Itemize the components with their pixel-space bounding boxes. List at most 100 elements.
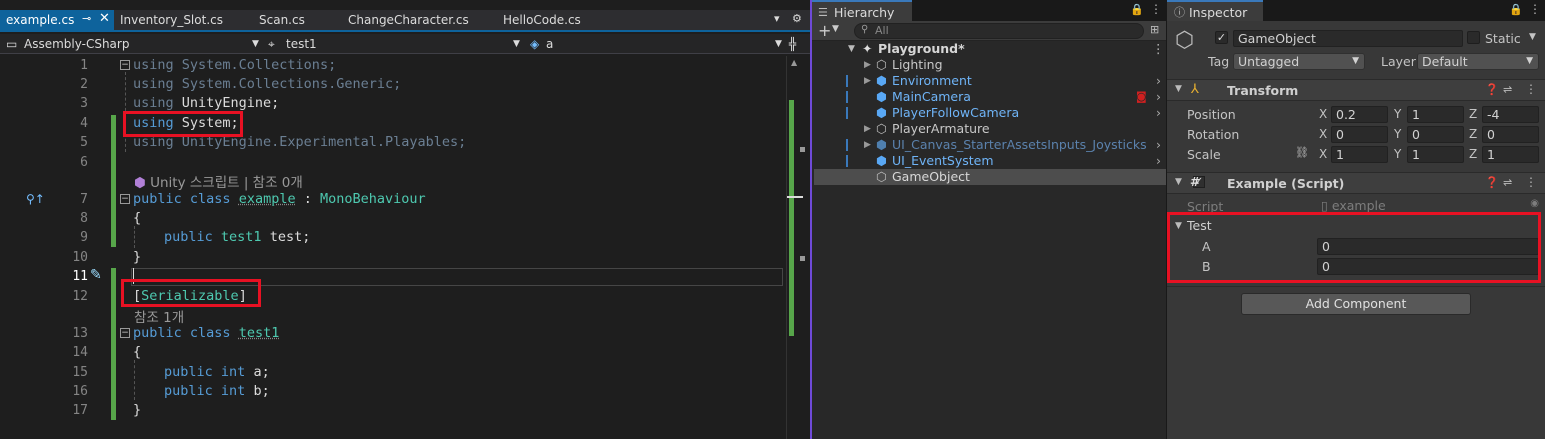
code-line[interactable]: public class test1: [133, 325, 279, 341]
code-line[interactable]: public int a;: [133, 364, 270, 380]
expand-arrow-icon[interactable]: ▶: [864, 121, 871, 137]
class-dropdown[interactable]: test1: [286, 35, 317, 53]
help-icon[interactable]: ❓: [1485, 176, 1499, 189]
more-options-icon[interactable]: ⋮: [1152, 41, 1165, 57]
expand-arrow-icon[interactable]: ▶: [864, 73, 871, 89]
axis-y-label[interactable]: Y: [1394, 147, 1401, 161]
help-icon[interactable]: ❓: [1485, 83, 1499, 96]
chevron-down-icon[interactable]: ▼: [513, 35, 520, 53]
scroll-up-icon[interactable]: ▲: [791, 58, 797, 67]
expand-arrow-icon[interactable]: ▼: [1175, 177, 1182, 187]
active-checkbox[interactable]: ✓: [1215, 31, 1228, 44]
static-checkbox[interactable]: [1467, 31, 1480, 44]
chevron-down-icon[interactable]: ▼: [832, 24, 839, 34]
fold-marker[interactable]: −: [120, 328, 130, 338]
codelens-hint[interactable]: 참조 1개: [134, 306, 184, 326]
vertical-scrollbar[interactable]: ▲: [786, 56, 805, 439]
tab-inventory-slot[interactable]: Inventory_Slot.cs: [114, 10, 246, 30]
scale-z-field[interactable]: 1: [1482, 146, 1539, 163]
chevron-right-icon[interactable]: ›: [1156, 105, 1161, 121]
scale-y-field[interactable]: 1: [1407, 146, 1464, 163]
axis-z-label[interactable]: Z: [1469, 147, 1477, 161]
preset-icon[interactable]: ⇌: [1503, 176, 1512, 189]
hierarchy-item-environment[interactable]: ▶ ⬢ Environment ›: [814, 73, 1166, 89]
expand-arrow-icon[interactable]: ▼: [1175, 84, 1182, 94]
axis-y-label[interactable]: Y: [1394, 107, 1401, 121]
filter-icon[interactable]: ⊞: [1150, 23, 1159, 36]
code-line[interactable]: using System.Collections.Generic;: [133, 76, 401, 92]
tab-hierarchy[interactable]: ☰ Hierarchy: [812, 0, 912, 21]
add-icon[interactable]: +: [818, 21, 831, 40]
chevron-down-icon[interactable]: ▼: [1529, 32, 1536, 42]
axis-z-label[interactable]: Z: [1469, 127, 1477, 141]
chevron-right-icon[interactable]: ›: [1156, 153, 1161, 169]
hierarchy-item-lighting[interactable]: ▶ ⬡ Lighting: [814, 57, 1166, 73]
fold-marker[interactable]: −: [120, 60, 130, 70]
chevron-down-icon[interactable]: ▼: [775, 35, 782, 53]
tag-dropdown[interactable]: Untagged ▼: [1233, 53, 1365, 70]
search-input[interactable]: ⚲ All: [854, 23, 1144, 39]
code-line[interactable]: {: [133, 210, 141, 226]
object-name-field[interactable]: GameObject: [1233, 30, 1463, 47]
codelens-hint[interactable]: ⬢ Unity 스크립트 | 참조 0개: [134, 171, 303, 191]
hierarchy-item-maincamera[interactable]: ⬢ MainCamera ◙ ›: [814, 89, 1166, 105]
lock-icon[interactable]: 🔒: [1130, 3, 1144, 16]
code-line[interactable]: public int b;: [133, 383, 270, 399]
rotation-z-field[interactable]: 0: [1482, 126, 1539, 143]
expand-arrow-icon[interactable]: ▼: [848, 41, 855, 57]
code-line[interactable]: using System.Collections;: [133, 57, 336, 73]
chevron-right-icon[interactable]: ›: [1156, 137, 1161, 153]
rotation-y-field[interactable]: 0: [1407, 126, 1464, 143]
transform-header[interactable]: ▼ ⅄ Transform ❓ ⇌ ⋮: [1167, 79, 1545, 101]
more-options-icon[interactable]: ⋮: [1525, 82, 1537, 96]
code-line[interactable]: }: [133, 249, 141, 265]
hierarchy-item-ui-eventsystem[interactable]: ⬢ UI_EventSystem ›: [814, 153, 1166, 169]
axis-x-label[interactable]: X: [1319, 107, 1327, 121]
preset-icon[interactable]: ⇌: [1503, 83, 1512, 96]
code-line[interactable]: }: [133, 402, 141, 418]
position-z-field[interactable]: -4: [1482, 106, 1539, 123]
close-icon[interactable]: ✕: [99, 11, 110, 26]
axis-y-label[interactable]: Y: [1394, 127, 1401, 141]
code-line[interactable]: public test1 test;: [133, 229, 310, 245]
project-dropdown[interactable]: Assembly-CSharp: [24, 35, 129, 53]
chevron-down-icon[interactable]: ▼: [252, 35, 259, 53]
tab-overflow-icon[interactable]: ▾: [774, 12, 780, 25]
chevron-right-icon[interactable]: ›: [1156, 73, 1161, 89]
hierarchy-item-gameobject[interactable]: ⬡ GameObject: [814, 169, 1166, 185]
expand-arrow-icon[interactable]: ▶: [864, 137, 871, 153]
member-dropdown[interactable]: a: [546, 35, 553, 53]
chevron-right-icon[interactable]: ›: [1156, 89, 1161, 105]
scene-row[interactable]: ▼ ✦ Playground* ⋮: [814, 41, 1166, 57]
code-line[interactable]: {: [133, 344, 141, 360]
axis-x-label[interactable]: X: [1319, 127, 1327, 141]
code-line[interactable]: public class example : MonoBehaviour: [133, 191, 426, 207]
axis-z-label[interactable]: Z: [1469, 107, 1477, 121]
axis-x-label[interactable]: X: [1319, 147, 1327, 161]
fold-marker[interactable]: −: [120, 194, 130, 204]
quick-action-icon[interactable]: ✎: [90, 267, 102, 283]
lock-icon[interactable]: 🔒: [1509, 3, 1523, 16]
hierarchy-item-playerfollowcamera[interactable]: ⬢ PlayerFollowCamera ›: [814, 105, 1166, 121]
position-y-field[interactable]: 1: [1407, 106, 1464, 123]
code-line[interactable]: using UnityEngine;: [133, 95, 279, 111]
hierarchy-item-playerarmature[interactable]: ▶ ⬡ PlayerArmature: [814, 121, 1166, 137]
tab-inspector[interactable]: ⓘ Inspector: [1167, 0, 1263, 21]
add-component-button[interactable]: Add Component: [1241, 293, 1471, 315]
more-options-icon[interactable]: ⋮: [1525, 175, 1537, 189]
more-options-icon[interactable]: ⋮: [1529, 2, 1541, 16]
tab-example-cs[interactable]: example.cs: [0, 10, 114, 30]
script-component-header[interactable]: ▼ ✓ # Example (Script) ❓ ⇌ ⋮: [1167, 172, 1545, 194]
tab-scan[interactable]: Scan.cs: [253, 10, 343, 30]
constrain-proportions-icon[interactable]: ⛓: [1295, 146, 1309, 159]
more-options-icon[interactable]: ⋮: [1150, 2, 1162, 16]
position-x-field[interactable]: 0.2: [1331, 106, 1388, 123]
tab-change-character[interactable]: ChangeCharacter.cs: [342, 10, 492, 30]
rotation-x-field[interactable]: 0: [1331, 126, 1388, 143]
tab-hello-code[interactable]: HelloCode.cs: [497, 10, 607, 30]
scale-x-field[interactable]: 1: [1331, 146, 1388, 163]
hierarchy-item-ui-canvas[interactable]: ▶ ⬢ UI_Canvas_StarterAssetsInputs_Joysti…: [814, 137, 1166, 153]
gear-icon[interactable]: ⚙: [792, 12, 802, 25]
expand-arrow-icon[interactable]: ▶: [864, 57, 871, 73]
pin-icon[interactable]: ⊸: [82, 12, 91, 25]
